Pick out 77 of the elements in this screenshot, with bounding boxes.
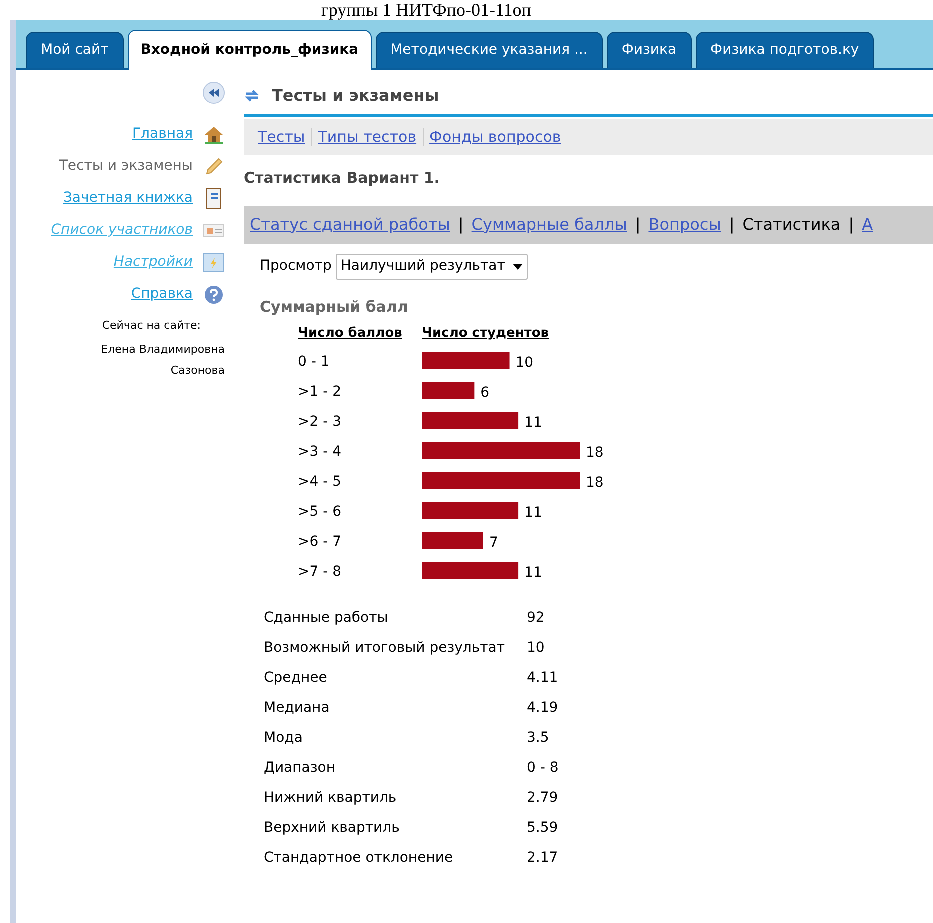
- separator-text: |: [635, 214, 641, 236]
- subnav-link[interactable]: А: [862, 212, 874, 236]
- stat-value: 3.5: [527, 729, 550, 748]
- stat-value: 4.11: [527, 669, 558, 688]
- stat-value: 4.19: [527, 699, 558, 718]
- page-title: Статистика Вариант 1.: [244, 168, 441, 189]
- stat-value: 5.59: [527, 819, 558, 838]
- view-label: Просмотр: [260, 257, 332, 276]
- range-label: >4 - 5: [298, 474, 342, 490]
- sidebar-link[interactable]: Главная: [23, 122, 193, 147]
- double-left-icon: [209, 89, 219, 97]
- column-header: Число баллов: [298, 325, 404, 343]
- stat-label: Нижний квартиль: [264, 789, 398, 808]
- contact-card-icon: [203, 222, 225, 238]
- range-label: 0 - 1: [298, 354, 330, 370]
- range-label: >1 - 2: [298, 384, 342, 400]
- header-text: группы 1 НИТФпо-01-11оп: [322, 0, 532, 20]
- count-bar: [422, 532, 484, 548]
- separator-text: |: [848, 214, 854, 236]
- stat-value: 2.79: [527, 789, 558, 808]
- separator-text: |: [458, 214, 464, 236]
- range-label: >5 - 6: [298, 504, 342, 520]
- subnav-link[interactable]: Суммарные баллы: [472, 212, 628, 236]
- stat-label: Медиана: [264, 699, 331, 718]
- distribution-title: Суммарный балл: [260, 296, 410, 318]
- stat-label: Мода: [264, 729, 304, 748]
- view-select[interactable]: Наилучший результат: [336, 254, 528, 280]
- stat-label: Возможный итоговый результат: [264, 639, 506, 658]
- sidebar-link[interactable]: Зачетная книжка: [23, 186, 193, 211]
- count-value: 11: [524, 504, 542, 520]
- count-value: 18: [586, 474, 604, 490]
- count-bar: [422, 382, 475, 398]
- pencil-icon: [204, 156, 224, 176]
- tab[interactable]: Физика подготов.ку: [696, 32, 874, 68]
- range-label: >3 - 4: [298, 444, 342, 460]
- section-link[interactable]: Типы тестов: [318, 126, 417, 148]
- tab[interactable]: Физика: [606, 32, 692, 68]
- online-user: Елена Владимировна Сазонова: [100, 342, 225, 378]
- online-label: Сейчас на сайте:: [102, 318, 201, 334]
- stat-value: 92: [527, 609, 545, 628]
- caret-icon: [513, 264, 524, 270]
- count-value: 11: [524, 564, 542, 580]
- refresh-icon: [244, 88, 260, 104]
- stat-value: 10: [527, 639, 545, 658]
- count-value: 11: [524, 414, 542, 430]
- sidebar-link[interactable]: Справка: [23, 282, 193, 307]
- count-value: 10: [516, 354, 534, 370]
- house-icon: [204, 126, 224, 144]
- separator-text: |: [729, 214, 735, 236]
- tab[interactable]: Входной контроль_физика: [128, 30, 372, 70]
- tab[interactable]: Методические указания ...: [376, 32, 603, 68]
- stat-label: Верхний квартиль: [264, 819, 401, 838]
- subnav-link[interactable]: Статус сданной работы: [250, 212, 450, 236]
- panel-icon: [203, 252, 225, 272]
- stat-label: Диапазон: [264, 759, 337, 778]
- section-link[interactable]: Фонды вопросов: [430, 126, 562, 148]
- stat-label: Стандартное отклонение: [264, 849, 454, 868]
- subnav-link[interactable]: Вопросы: [648, 212, 722, 236]
- stat-value: 0 - 8: [527, 759, 559, 778]
- range-label: >6 - 7: [298, 534, 342, 550]
- collapse-button[interactable]: [203, 82, 225, 104]
- column-header: Число студентов: [422, 325, 550, 343]
- section-link[interactable]: Тесты: [258, 126, 306, 148]
- count-value: 6: [480, 384, 490, 400]
- stat-value: 2.17: [527, 849, 558, 868]
- tab[interactable]: Мой сайт: [26, 32, 124, 68]
- stat-label: Сданные работы: [264, 609, 390, 628]
- section-title: Тесты и экзамены: [272, 85, 440, 107]
- range-label: >7 - 8: [298, 564, 342, 580]
- help-icon: [204, 284, 224, 304]
- stat-label: Среднее: [264, 669, 328, 688]
- notebook-icon: [205, 188, 223, 210]
- subnav-link[interactable]: Статистика: [742, 212, 841, 236]
- count-value: 18: [586, 444, 604, 460]
- count-value: 7: [489, 534, 498, 550]
- sidebar-link[interactable]: Тесты и экзамены: [23, 154, 193, 179]
- range-label: >2 - 3: [298, 414, 342, 430]
